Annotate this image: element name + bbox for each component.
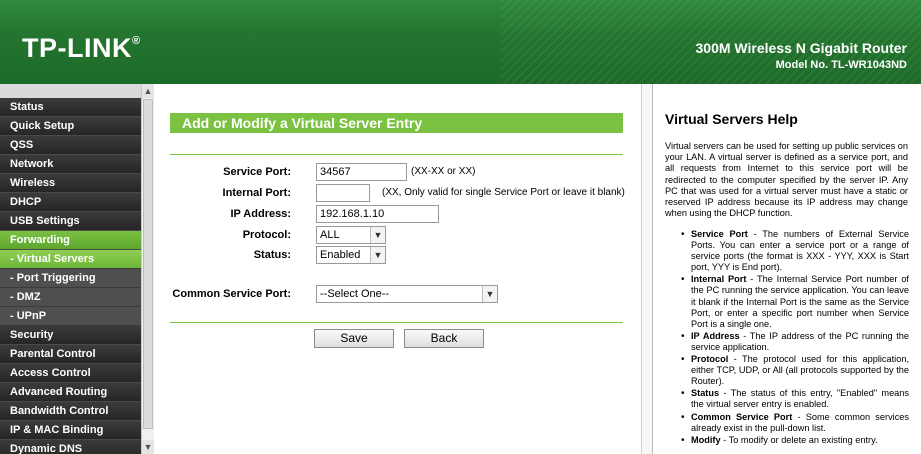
menu-item-parental-control[interactable]: Parental Control xyxy=(0,345,141,364)
status-select[interactable]: Enabled ▼ xyxy=(316,246,386,264)
help-item-term: Protocol xyxy=(691,354,729,365)
help-item-term: Internal Port xyxy=(691,274,747,285)
help-list: Service Port - The numbers of External S… xyxy=(681,229,909,447)
sidebar-menu: Status Quick Setup QSS Network Wireless DHCP U… xyxy=(0,84,141,454)
internal-port-label: Internal Port: xyxy=(222,187,291,199)
router-name: 300M Wireless N Gigabit Router xyxy=(695,40,907,56)
internal-port-hint: (XX, Only valid for single Service Port … xyxy=(382,187,625,198)
main-content: Add or Modify a Virtual Server Entry Ser… xyxy=(154,84,651,454)
service-port-input[interactable]: 34567 xyxy=(316,163,407,181)
menu-scrollbar[interactable]: ▲ ▼ xyxy=(141,84,154,454)
help-item: Modify - To modify or delete an existing… xyxy=(681,435,909,446)
help-item-text: - To modify or delete an existing entry. xyxy=(720,434,878,445)
menu-item-quick-setup[interactable]: Quick Setup xyxy=(0,117,141,136)
menu-item-dynamic-dns[interactable]: Dynamic DNS xyxy=(0,440,141,454)
help-item: IP Address - The IP address of the PC ru… xyxy=(681,331,909,353)
menu-item-port-triggering[interactable]: - Port Triggering xyxy=(0,269,141,288)
help-item-term: Status xyxy=(691,388,720,399)
protocol-select[interactable]: ALL ▼ xyxy=(316,226,386,244)
help-item: Service Port - The numbers of External S… xyxy=(681,229,909,273)
menu-item-dmz[interactable]: - DMZ xyxy=(0,288,141,307)
status-label: Status: xyxy=(253,249,291,261)
protocol-label: Protocol: xyxy=(242,229,291,241)
common-service-port-select[interactable]: --Select One-- ▼ xyxy=(316,285,498,303)
tp-link-logo: TP-LINK® xyxy=(22,33,141,63)
help-item-term: Modify xyxy=(691,434,721,445)
service-port-hint: (XX-XX or XX) xyxy=(411,166,476,177)
menu-list: Status Quick Setup QSS Network Wireless DHCP U… xyxy=(0,98,141,454)
scroll-thumb[interactable] xyxy=(143,99,153,429)
protocol-value: ALL xyxy=(320,229,340,241)
menu-item-dhcp[interactable]: DHCP xyxy=(0,193,141,212)
chevron-down-icon[interactable]: ▼ xyxy=(370,247,385,263)
menu-item-forwarding[interactable]: Forwarding xyxy=(0,231,141,250)
ip-address-input[interactable]: 192.168.1.10 xyxy=(316,205,439,223)
menu-item-network[interactable]: Network xyxy=(0,155,141,174)
service-port-label: Service Port: xyxy=(223,166,291,178)
menu-item-upnp[interactable]: - UPnP xyxy=(0,307,141,326)
common-service-port-label: Common Service Port: xyxy=(172,288,291,300)
menu-item-virtual-servers[interactable]: - Virtual Servers xyxy=(0,250,141,269)
menu-item-ip-mac-binding[interactable]: IP & MAC Binding xyxy=(0,421,141,440)
internal-port-input[interactable] xyxy=(316,184,370,202)
chevron-down-icon[interactable]: ▼ xyxy=(482,286,497,302)
scroll-down-arrow-icon[interactable]: ▼ xyxy=(142,440,154,454)
status-value: Enabled xyxy=(320,249,361,261)
help-item: Status - The status of this entry, "Enab… xyxy=(681,388,909,410)
help-item-text: - The status of this entry, "Enabled" me… xyxy=(691,388,909,410)
menu-item-usb-settings[interactable]: USB Settings xyxy=(0,212,141,231)
help-panel: Virtual Servers Help Virtual servers can… xyxy=(652,84,921,454)
scroll-up-arrow-icon[interactable]: ▲ xyxy=(142,84,154,98)
help-item-term: IP Address xyxy=(691,330,740,341)
menu-item-access-control[interactable]: Access Control xyxy=(0,364,141,383)
save-button[interactable]: Save xyxy=(314,329,394,348)
help-title: Virtual Servers Help xyxy=(665,111,798,127)
chevron-down-icon[interactable]: ▼ xyxy=(370,227,385,243)
menu-top-spacer xyxy=(0,84,141,98)
menu-item-wireless[interactable]: Wireless xyxy=(0,174,141,193)
menu-item-security[interactable]: Security xyxy=(0,326,141,345)
help-intro: Virtual servers can be used for setting … xyxy=(665,141,908,219)
divider-bottom xyxy=(170,322,623,323)
help-item-term: Common Service Port xyxy=(691,411,793,422)
menu-item-bandwidth-control[interactable]: Bandwidth Control xyxy=(0,402,141,421)
common-service-port-value: --Select One-- xyxy=(320,288,390,300)
back-button[interactable]: Back xyxy=(404,329,484,348)
form-title: Add or Modify a Virtual Server Entry xyxy=(170,113,623,133)
header-banner: TP-LINK® 300M Wireless N Gigabit Router … xyxy=(0,0,921,84)
ip-address-label: IP Address: xyxy=(230,208,291,220)
content-scrollbar[interactable] xyxy=(641,84,652,454)
help-item-term: Service Port xyxy=(691,229,748,239)
menu-item-advanced-routing[interactable]: Advanced Routing xyxy=(0,383,141,402)
help-item: Common Service Port - Some common servic… xyxy=(681,412,909,434)
model-number: Model No. TL-WR1043ND xyxy=(775,59,907,71)
help-item: Protocol - The protocol used for this ap… xyxy=(681,354,909,387)
help-item: Internal Port - The Internal Service Por… xyxy=(681,274,909,329)
divider-top xyxy=(170,154,623,155)
menu-item-status[interactable]: Status xyxy=(0,98,141,117)
menu-item-qss[interactable]: QSS xyxy=(0,136,141,155)
